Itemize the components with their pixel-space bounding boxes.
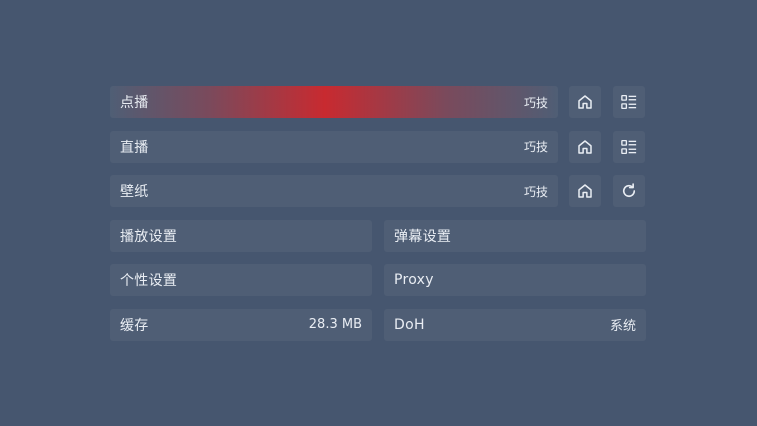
home-icon — [578, 184, 592, 198]
cache-item[interactable]: 缓存 28.3 MB — [110, 308, 372, 341]
live-tip: 巧技 — [523, 140, 548, 154]
personal-settings-item[interactable]: 个性设置 — [110, 264, 372, 296]
doh-item[interactable]: DoH 系统 — [384, 308, 646, 341]
doh-value: 系统 — [609, 319, 636, 334]
live-home-button[interactable] — [569, 130, 601, 163]
doh-label: DoH — [394, 316, 425, 333]
wallpaper-item[interactable]: 壁纸 巧技 — [110, 175, 558, 207]
proxy-item[interactable]: Proxy — [384, 264, 646, 296]
cache-label: 缓存 — [120, 317, 149, 334]
settings-panel: 点播 巧技 直播 巧技 壁纸 巧技 播放设置 弹幕设置 个性设置 Proxy 缓… — [110, 86, 646, 353]
personal-settings-label: 个性设置 — [120, 273, 178, 289]
wallpaper-tip: 巧技 — [523, 184, 548, 199]
cache-size-value: 28.3 MB — [308, 317, 362, 332]
settings-row-2: 个性设置 Proxy — [110, 264, 646, 296]
vod-row: 点播 巧技 — [110, 86, 646, 118]
wallpaper-label: 壁纸 — [120, 184, 149, 200]
live-row: 直播 巧技 — [110, 130, 646, 163]
vod-item[interactable]: 点播 巧技 — [110, 86, 558, 118]
vod-tip: 巧技 — [523, 95, 548, 110]
danmaku-settings-item[interactable]: 弹幕设置 — [384, 219, 646, 252]
live-item[interactable]: 直播 巧技 — [110, 130, 558, 163]
wallpaper-refresh-button[interactable] — [613, 175, 645, 207]
list-icon — [621, 139, 637, 154]
vod-label: 点播 — [120, 95, 149, 111]
list-icon — [621, 94, 637, 110]
wallpaper-home-button[interactable] — [569, 175, 601, 207]
player-settings-item[interactable]: 播放设置 — [110, 219, 372, 252]
live-list-button[interactable] — [613, 130, 645, 163]
wallpaper-row: 壁纸 巧技 — [110, 175, 646, 207]
live-label: 直播 — [120, 139, 149, 156]
home-icon — [578, 139, 592, 154]
player-settings-label: 播放设置 — [120, 228, 178, 245]
vod-list-button[interactable] — [613, 86, 645, 118]
refresh-icon — [622, 183, 636, 198]
vod-home-button[interactable] — [569, 86, 601, 118]
proxy-label: Proxy — [394, 272, 434, 288]
settings-row-1: 播放设置 弹幕设置 — [110, 219, 646, 252]
danmaku-settings-label: 弹幕设置 — [394, 228, 452, 245]
home-icon — [578, 95, 592, 109]
settings-row-3: 缓存 28.3 MB DoH 系统 — [110, 308, 646, 341]
